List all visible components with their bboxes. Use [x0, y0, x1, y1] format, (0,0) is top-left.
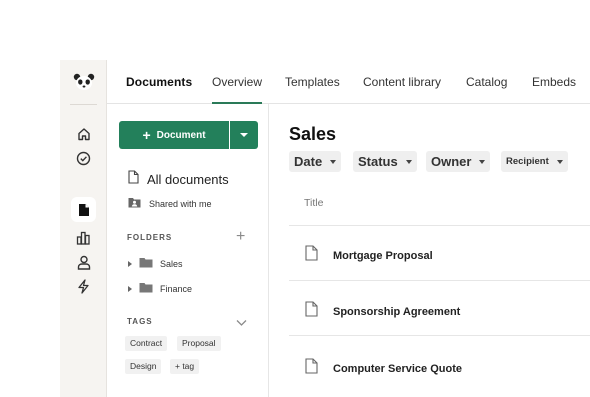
main-content: Sales Date Status Owner Recipient Title …	[270, 104, 590, 397]
tab-embeds[interactable]: Embeds	[532, 75, 576, 89]
document-title: Mortgage Proposal	[333, 249, 433, 262]
folder-label: Finance	[160, 284, 193, 294]
sidebar-item-all-documents[interactable]: All documents	[128, 170, 229, 189]
folder-icon	[139, 255, 153, 273]
document-outline-icon	[305, 245, 318, 266]
rail-divider	[70, 104, 97, 105]
sidebar-item-label: All documents	[147, 172, 229, 187]
folder-label: Sales	[160, 259, 183, 269]
collapse-tags-icon[interactable]	[236, 315, 247, 329]
divider	[289, 335, 590, 336]
add-tag-button[interactable]: + tag	[170, 359, 200, 374]
chevron-down-icon	[240, 133, 248, 137]
plus-icon: +	[142, 127, 151, 143]
page-title: Sales	[289, 124, 337, 144]
add-folder-icon[interactable]: +	[236, 229, 245, 245]
tags-heading: TAGS	[127, 317, 153, 326]
filter-label: Recipient	[506, 156, 549, 167]
document-outline-icon	[305, 301, 318, 322]
filter-label: Date	[294, 154, 323, 169]
filter-owner[interactable]: Owner	[426, 151, 491, 172]
document-title: Computer Service Quote	[333, 362, 462, 375]
filter-label: Owner	[431, 154, 472, 169]
shared-folder-icon	[128, 195, 141, 213]
divider	[289, 280, 590, 281]
filter-status[interactable]: Status	[353, 151, 417, 172]
chevron-down-icon	[405, 159, 412, 164]
folder-icon	[139, 280, 153, 298]
tag-chip-contract[interactable]: Contract	[125, 336, 168, 351]
tab-content-library[interactable]: Content library	[363, 75, 441, 89]
filter-recipient[interactable]: Recipient	[501, 151, 568, 172]
tag-chip-design[interactable]: Design	[125, 359, 162, 374]
check-circle-icon[interactable]	[75, 150, 92, 167]
divider	[289, 225, 590, 226]
sidebar-item-label: Shared with me	[149, 199, 212, 209]
document-icon[interactable]	[71, 197, 96, 222]
filter-label: Status	[358, 154, 398, 169]
filter-date[interactable]: Date	[289, 151, 342, 172]
chevron-down-icon	[479, 159, 486, 164]
new-document-dropdown-button[interactable]	[230, 121, 258, 149]
column-header-title[interactable]: Title	[304, 197, 323, 209]
person-icon[interactable]	[75, 254, 92, 271]
folder-item-sales[interactable]: Sales	[128, 255, 183, 273]
bar-chart-icon[interactable]	[75, 229, 92, 246]
tag-chip-proposal[interactable]: Proposal	[177, 336, 221, 351]
folder-item-finance[interactable]: Finance	[128, 280, 192, 298]
document-outline-icon	[305, 358, 318, 379]
chevron-right-icon[interactable]	[128, 261, 132, 267]
document-outline-icon	[128, 170, 139, 189]
home-icon[interactable]	[75, 125, 92, 142]
tab-templates[interactable]: Templates	[285, 75, 340, 89]
tab-catalog[interactable]: Catalog	[466, 75, 507, 89]
new-document-button[interactable]: + Document	[119, 121, 229, 149]
table-row[interactable]: Sponsorship Agreement	[305, 301, 460, 322]
chevron-down-icon	[556, 159, 563, 164]
documents-sidebar: + Document All documents Shared with me …	[107, 104, 269, 397]
folders-heading: FOLDERS	[127, 233, 173, 242]
chevron-right-icon[interactable]	[128, 286, 132, 292]
table-row[interactable]: Computer Service Quote	[305, 358, 462, 379]
document-title: Sponsorship Agreement	[333, 305, 461, 318]
app-rail	[60, 60, 107, 397]
section-title: Documents	[126, 75, 193, 89]
lightning-icon[interactable]	[75, 278, 92, 295]
tab-overview[interactable]: Overview	[212, 75, 263, 104]
sidebar-item-shared[interactable]: Shared with me	[128, 195, 212, 213]
panda-logo[interactable]	[72, 72, 96, 92]
new-document-label: Document	[156, 129, 206, 141]
top-navigation: Documents Overview Templates Content lib…	[107, 60, 590, 104]
chevron-down-icon	[330, 159, 337, 164]
table-row[interactable]: Mortgage Proposal	[305, 245, 433, 266]
